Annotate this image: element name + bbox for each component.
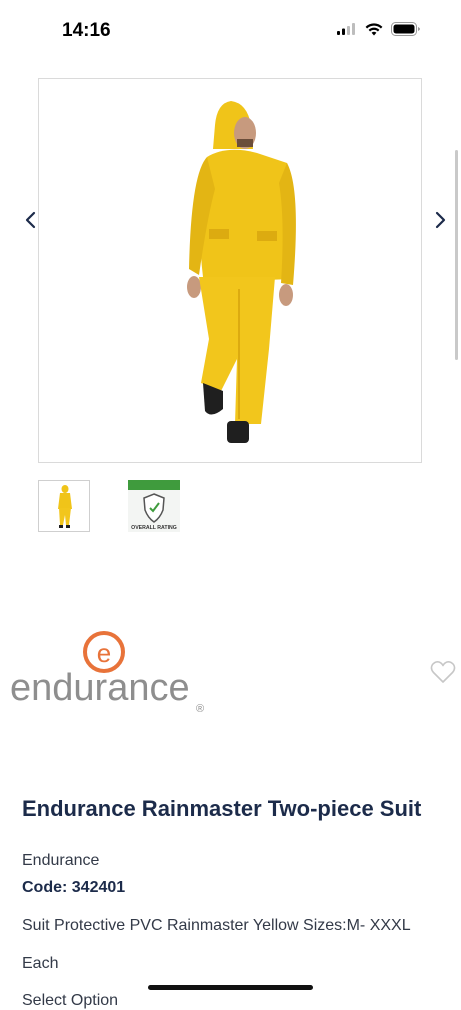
- brand-logo: e endurance ®: [8, 630, 208, 715]
- product-description: Suit Protective PVC Rainmaster Yellow Si…: [22, 917, 411, 934]
- chevron-left-icon: [25, 211, 36, 229]
- thumbnail-award-rating[interactable]: OVERALL RATING: [128, 480, 180, 532]
- gallery-next-button[interactable]: [429, 206, 453, 234]
- cellular-signal-icon: [337, 23, 355, 35]
- status-time: 14:16: [62, 20, 111, 41]
- logo-letter: e: [97, 638, 111, 668]
- award-badge-image: OVERALL RATING: [128, 480, 180, 532]
- award-thumb-text: OVERALL RATING: [131, 525, 177, 531]
- wishlist-button[interactable]: [430, 660, 456, 686]
- select-option-label[interactable]: Select Option: [22, 992, 118, 1010]
- gallery-prev-button[interactable]: [18, 206, 42, 234]
- product-image-gallery[interactable]: [38, 78, 422, 463]
- thumbnail-suit-image: [58, 485, 72, 528]
- endurance-logo: e endurance ®: [10, 631, 204, 715]
- page-scrollbar[interactable]: [455, 150, 458, 360]
- unit-label: Each: [22, 955, 59, 972]
- status-bar: 14:16: [0, 0, 461, 60]
- product-title: Endurance Rainmaster Two-piece Suit: [22, 796, 422, 821]
- logo-wordmark: endurance: [10, 667, 190, 709]
- product-image-yellow-suit: [187, 101, 296, 443]
- product-code: Code: 342401: [22, 879, 126, 896]
- thumbnail-yellow-suit[interactable]: [38, 480, 90, 532]
- product-brand[interactable]: Endurance: [22, 852, 99, 870]
- chevron-right-icon: [435, 211, 446, 229]
- logo-registered-mark: ®: [196, 703, 204, 715]
- home-indicator[interactable]: [148, 985, 313, 990]
- wifi-icon: [365, 22, 383, 35]
- heart-icon: [430, 660, 456, 683]
- status-icons: [337, 22, 421, 36]
- battery-icon: [391, 22, 420, 36]
